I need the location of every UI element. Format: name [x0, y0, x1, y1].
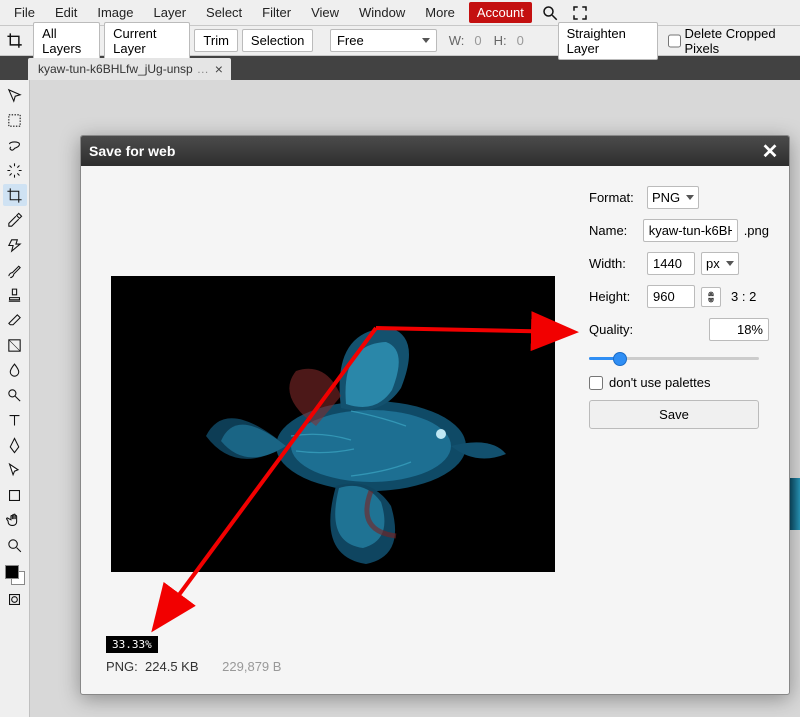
menu-edit[interactable]: Edit	[45, 1, 87, 24]
tab-suffix: …	[197, 62, 209, 76]
height-input[interactable]	[647, 285, 695, 308]
zoom-tool[interactable]	[3, 534, 27, 556]
no-palettes-label: don't use palettes	[609, 375, 711, 390]
shape-tool[interactable]	[3, 484, 27, 506]
move-tool[interactable]	[3, 84, 27, 106]
delete-cropped-checkbox[interactable]: Delete Cropped Pixels	[668, 26, 795, 56]
marquee-tool[interactable]	[3, 109, 27, 131]
crop-mode-select[interactable]: Free	[330, 29, 437, 52]
width-input[interactable]	[647, 252, 695, 275]
format-value: PNG	[652, 190, 680, 205]
menu-window[interactable]: Window	[349, 1, 415, 24]
crop-mode-value: Free	[337, 33, 364, 48]
file-format: PNG:	[106, 659, 138, 674]
eraser-tool[interactable]	[3, 309, 27, 331]
delete-cropped-input[interactable]	[668, 34, 681, 48]
quality-label: Quality:	[589, 322, 641, 337]
blur-tool[interactable]	[3, 359, 27, 381]
eyedropper-tool[interactable]	[3, 209, 27, 231]
no-palettes-checkbox[interactable]: don't use palettes	[589, 375, 769, 390]
quality-value: 18%	[709, 318, 769, 341]
pen-tool[interactable]	[3, 434, 27, 456]
color-swatch[interactable]	[5, 565, 25, 585]
export-controls: Format: PNG Name: .png Width: px	[589, 186, 769, 429]
width-unit-select[interactable]: px	[701, 252, 739, 275]
gradient-tool[interactable]	[3, 334, 27, 356]
dodge-tool[interactable]	[3, 384, 27, 406]
close-icon[interactable]: ✕	[759, 140, 781, 162]
menu-select[interactable]: Select	[196, 1, 252, 24]
file-bytes: 229,879 B	[222, 659, 281, 674]
zoom-level[interactable]: 33.33%	[106, 636, 158, 653]
chevron-down-icon	[686, 195, 694, 200]
width-label: W:	[449, 33, 465, 48]
file-size: 224.5 KB	[145, 659, 199, 674]
delete-cropped-label: Delete Cropped Pixels	[685, 26, 795, 56]
brush-tool[interactable]	[3, 259, 27, 281]
close-tab-icon[interactable]: ×	[213, 61, 225, 77]
name-label: Name:	[589, 223, 637, 238]
tab-filename: kyaw-tun-k6BHLfw_jUg-unsp	[38, 62, 193, 76]
all-layers-button[interactable]: All Layers	[33, 22, 100, 60]
selection-button[interactable]: Selection	[242, 29, 313, 52]
height-label: Height:	[589, 289, 641, 304]
aspect-ratio: 3 : 2	[731, 289, 756, 304]
width-unit: px	[706, 256, 720, 271]
width-value: 0	[474, 33, 481, 48]
chevron-down-icon	[726, 261, 734, 266]
height-label: H:	[494, 33, 507, 48]
quality-slider[interactable]	[589, 351, 759, 365]
wand-tool[interactable]	[3, 159, 27, 181]
document-tab-bar: kyaw-tun-k6BHLfw_jUg-unsp … ×	[0, 56, 800, 80]
quickmask-tool[interactable]	[3, 588, 27, 610]
lasso-tool[interactable]	[3, 134, 27, 156]
account-button[interactable]: Account	[469, 2, 532, 23]
menu-image[interactable]: Image	[87, 1, 143, 24]
save-button[interactable]: Save	[589, 400, 759, 429]
no-palettes-input[interactable]	[589, 376, 603, 390]
fullscreen-icon[interactable]	[568, 1, 592, 25]
save-for-web-dialog: Save for web ✕	[80, 135, 790, 695]
menu-filter[interactable]: Filter	[252, 1, 301, 24]
options-bar: All Layers Current Layer Trim Selection …	[0, 26, 800, 56]
menu-more[interactable]: More	[415, 1, 465, 24]
format-label: Format:	[589, 190, 641, 205]
trim-button[interactable]: Trim	[194, 29, 238, 52]
crop-icon	[6, 31, 23, 51]
menu-view[interactable]: View	[301, 1, 349, 24]
link-dimensions-icon[interactable]	[701, 287, 721, 307]
format-select[interactable]: PNG	[647, 186, 699, 209]
dialog-title: Save for web	[89, 143, 175, 159]
export-info: 33.33% PNG: 224.5 KB 229,879 B	[106, 636, 281, 674]
tool-strip	[0, 80, 30, 717]
name-extension: .png	[744, 223, 769, 238]
heal-tool[interactable]	[3, 234, 27, 256]
dialog-title-bar[interactable]: Save for web ✕	[81, 136, 789, 166]
chevron-down-icon	[422, 38, 430, 43]
width-label: Width:	[589, 256, 641, 271]
current-layer-button[interactable]: Current Layer	[104, 22, 190, 60]
menu-file[interactable]: File	[4, 1, 45, 24]
name-input[interactable]	[643, 219, 738, 242]
slider-knob[interactable]	[613, 352, 627, 366]
menu-layer[interactable]: Layer	[144, 1, 197, 24]
stamp-tool[interactable]	[3, 284, 27, 306]
fish-illustration	[111, 276, 555, 572]
path-select-tool[interactable]	[3, 459, 27, 481]
foreground-color[interactable]	[5, 565, 19, 579]
height-value: 0	[517, 33, 524, 48]
hand-tool[interactable]	[3, 509, 27, 531]
type-tool[interactable]	[3, 409, 27, 431]
straighten-button[interactable]: Straighten Layer	[558, 22, 658, 60]
image-preview	[111, 276, 555, 572]
document-tab[interactable]: kyaw-tun-k6BHLfw_jUg-unsp … ×	[28, 58, 231, 80]
crop-tool[interactable]	[3, 184, 27, 206]
search-icon[interactable]	[538, 1, 562, 25]
